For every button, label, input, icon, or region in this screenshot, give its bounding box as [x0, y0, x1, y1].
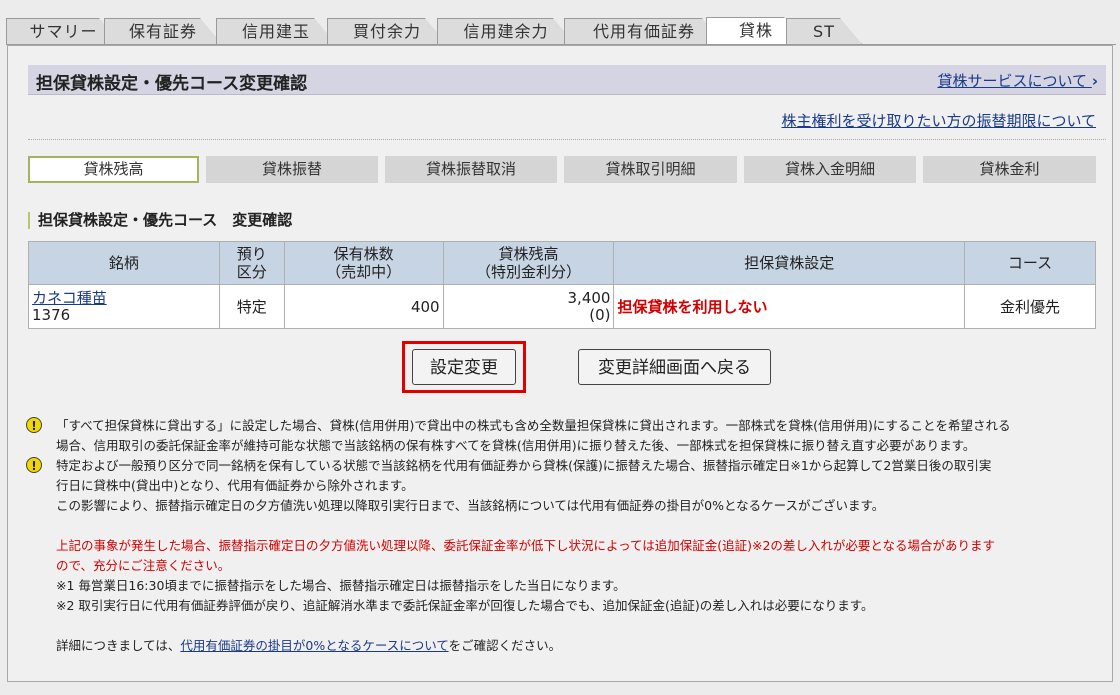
note-1-line-b: 場合、信用取引の委託保証金率が維持可能な状態で当該銘柄の保有株すべてを貸株(信用…: [56, 438, 976, 453]
lending-subnav: 貸株残高 貸株振替 貸株振替取消 貸株取引明細 貸株入金明細 貸株金利: [28, 156, 1106, 183]
confirmation-table: 銘柄 預り 区分 保有株数 （売却中） 貸株残高 （特別金利分） 担保貸株設定 コース…: [28, 241, 1096, 329]
main-panel: 担保貸株設定・優先コース変更確認 貸株サービスについて › 株主権利を受け取りた…: [7, 45, 1113, 682]
header-lent-1: 貸株残高: [498, 245, 559, 263]
subnav-lending-rate[interactable]: 貸株金利: [923, 156, 1096, 183]
chevron-right-icon: ›: [1091, 72, 1098, 90]
detail-pre: 詳細につきましては、: [56, 638, 181, 653]
header-stock: 銘柄: [28, 241, 220, 285]
tab-substitute-securities[interactable]: 代用有価証券: [564, 18, 724, 44]
section-title: 担保貸株設定・優先コース 変更確認: [28, 212, 292, 229]
note-1-line-a: 「すべて担保貸株に貸出する」に設定した場合、貸株(信用併用)で貸出中の株式も含め…: [56, 418, 1011, 433]
shareholder-rights-link[interactable]: 株主権利を受け取りたい方の振替期限について: [781, 110, 1096, 131]
header-custody-1: 預り: [236, 245, 267, 263]
notes-section: ! 「すべて担保貸株に貸出する」に設定した場合、貸株(信用併用)で貸出中の株式も…: [26, 416, 1096, 656]
lent-special: (0): [589, 305, 611, 324]
warning-icon: !: [26, 417, 42, 433]
lending-service-link[interactable]: 貸株サービスについて ›: [937, 70, 1098, 91]
cell-course: 金利優先: [964, 284, 1096, 329]
footnote-2: ※2 取引実行日に代用有価証券評価が戻り、追証解消水準まで委託保証金率が回復した…: [56, 598, 874, 613]
note-2-line-a: 特定および一般預り区分で同一銘柄を保有している状態で当該銘柄を代用有価証券から貸…: [56, 458, 992, 473]
cell-held: 400: [283, 284, 444, 329]
footnote-1: ※1 毎営業日16:30頃までに振替指示をした場合、振替指示確定日は振替指示をし…: [56, 578, 626, 593]
header-lent-2: （特別金利分）: [476, 263, 582, 281]
detail-post: をご確認ください。: [448, 638, 562, 653]
zero-haircut-link[interactable]: 代用有価証券の掛目が0%となるケースについて: [180, 638, 448, 653]
red-warning-line-2: ので、充分にご注意ください。: [56, 558, 231, 573]
page-title: 担保貸株設定・優先コース変更確認: [36, 74, 308, 94]
tab-summary[interactable]: サマリー: [6, 18, 121, 44]
tab-margin-positions[interactable]: 信用建玉: [216, 18, 336, 44]
detail-line: 詳細につきましては、代用有価証券の掛目が0%となるケースについてをご確認ください…: [26, 636, 1096, 656]
title-bar: 担保貸株設定・優先コース変更確認 貸株サービスについて ›: [28, 65, 1106, 95]
tab-buying-power[interactable]: 買付余力: [327, 18, 447, 44]
red-warning-line-1: 上記の事象が発生した場合、振替指示確定日の夕方値洗い処理以降、委託保証金率が低下…: [56, 538, 996, 553]
note-1: ! 「すべて担保貸株に貸出する」に設定した場合、貸株(信用併用)で貸出中の株式も…: [26, 416, 1096, 456]
warning-icon: !: [26, 457, 42, 473]
note-2-line-c: この影響により、振替指示確定日の夕方値洗い処理以降取引実行日まで、当該銘柄につい…: [56, 498, 885, 513]
header-custody-2: 区分: [236, 263, 267, 281]
subnav-lending-balance[interactable]: 貸株残高: [28, 156, 199, 183]
change-settings-button[interactable]: 設定変更: [412, 349, 516, 385]
tab-st[interactable]: ST: [786, 18, 862, 44]
table-row: カネコ種苗 1376 特定 400 3,400 (0) 担保貸株を利用しない 金利…: [28, 284, 1096, 329]
cell-lent: 3,400 (0): [442, 284, 615, 329]
stock-name-link[interactable]: カネコ種苗: [32, 289, 216, 307]
header-held-2: （売却中）: [326, 263, 402, 281]
cell-custody: 特定: [218, 284, 285, 329]
subnav-transaction-details[interactable]: 貸株取引明細: [564, 156, 737, 183]
lending-service-link-label: 貸株サービスについて: [937, 72, 1088, 90]
back-to-details-button[interactable]: 変更詳細画面へ戻る: [578, 349, 771, 385]
tab-holdings[interactable]: 保有証券: [104, 18, 222, 44]
header-lent: 貸株残高 （特別金利分）: [442, 241, 615, 285]
subnav-transfer-cancel[interactable]: 貸株振替取消: [385, 156, 557, 183]
note-2: ! 特定および一般預り区分で同一銘柄を保有している状態で当該銘柄を代用有価証券か…: [26, 456, 1096, 516]
dotted-divider: [28, 139, 1106, 140]
header-custody: 預り 区分: [218, 241, 285, 285]
cell-stock: カネコ種苗 1376: [28, 284, 220, 329]
header-collateral: 担保貸株設定: [613, 241, 966, 285]
note-2-line-b: 行日に貸株中(貸出中)となり、代用有価証券から除外されます。: [56, 478, 414, 493]
lent-value: 3,400: [567, 288, 611, 307]
subnav-payment-details[interactable]: 貸株入金明細: [744, 156, 916, 183]
header-held-1: 保有株数: [333, 245, 394, 263]
table-header-row: 銘柄 預り 区分 保有株数 （売却中） 貸株残高 （特別金利分） 担保貸株設定 コース: [28, 241, 1096, 285]
stock-code: 1376: [32, 305, 71, 324]
header-held: 保有株数 （売却中）: [283, 241, 444, 285]
subnav-lending-transfer[interactable]: 貸株振替: [206, 156, 378, 183]
header-course: コース: [964, 241, 1096, 285]
cell-collateral: 担保貸株を利用しない: [613, 284, 966, 329]
tab-margin-power[interactable]: 信用建余力: [437, 18, 575, 44]
